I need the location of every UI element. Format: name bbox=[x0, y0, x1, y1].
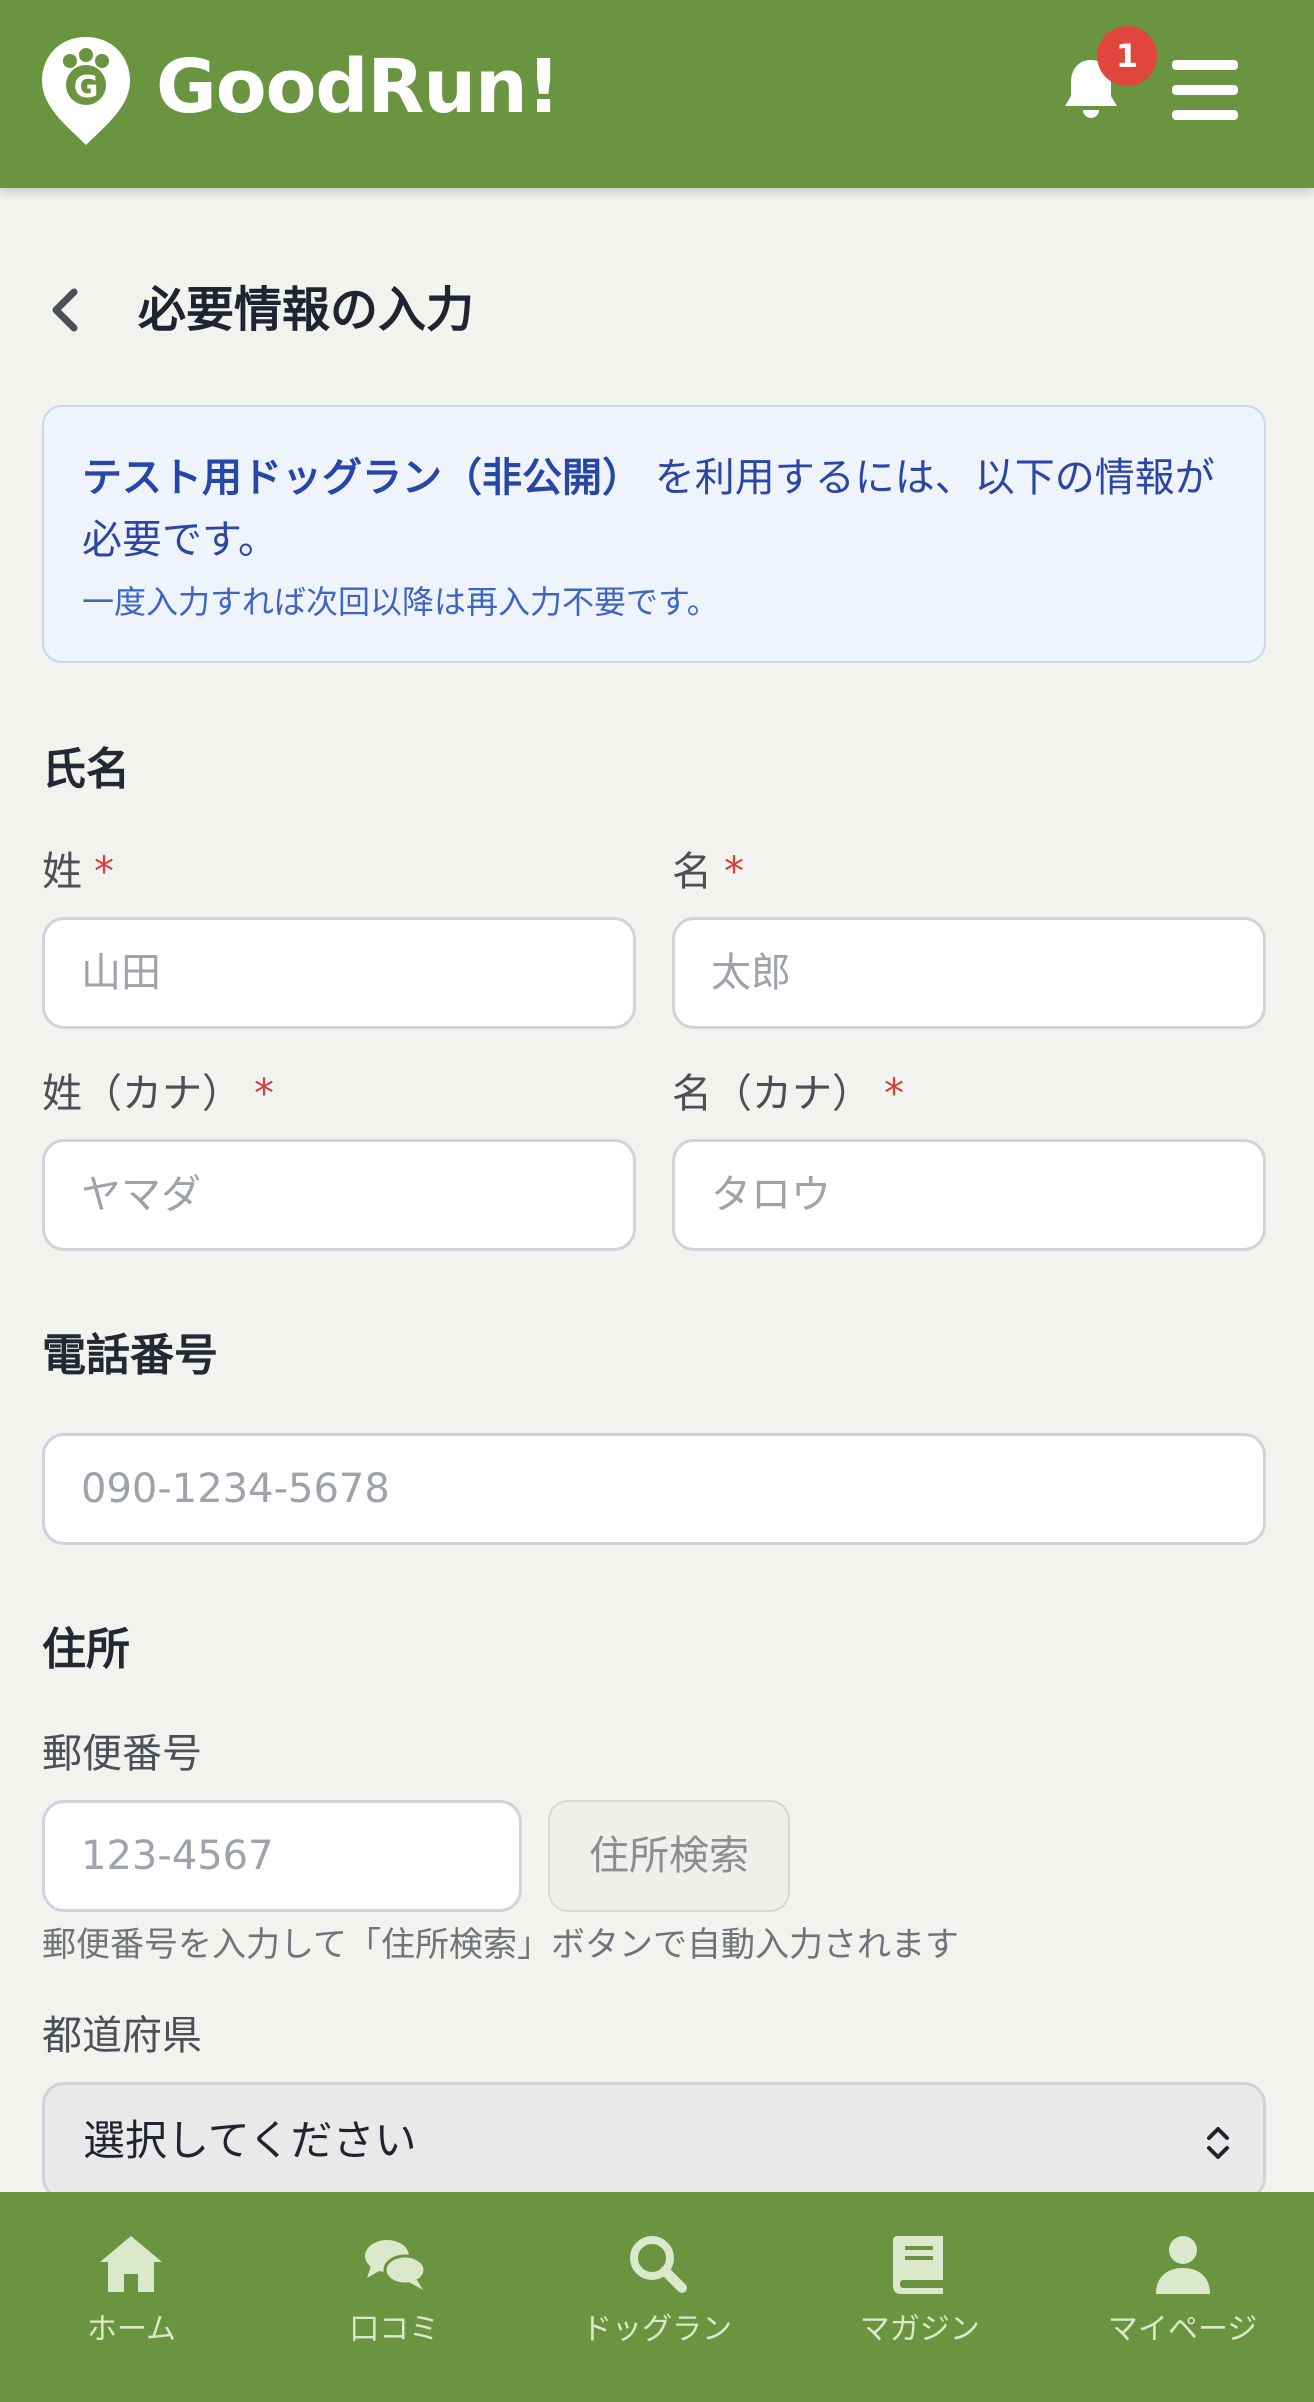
postal-code-input[interactable]: 123-4567 bbox=[42, 1800, 522, 1912]
notification-badge: 1 bbox=[1097, 26, 1157, 86]
tab-dogrun[interactable]: ドッグラン bbox=[526, 2192, 789, 2402]
tab-mypage[interactable]: マイページ bbox=[1051, 2192, 1314, 2402]
select-arrows-icon bbox=[1207, 2127, 1229, 2159]
tab-mypage-label: マイページ bbox=[1107, 2312, 1258, 2347]
last-kana-label-text: 姓（カナ） bbox=[42, 1071, 242, 1117]
info-message: テスト用ドッグラン（非公開） を利用するには、以下の情報が必要です。 bbox=[82, 447, 1226, 571]
last-kana-input[interactable]: ヤマダ bbox=[42, 1139, 636, 1251]
address-search-button[interactable]: 住所検索 bbox=[548, 1800, 790, 1912]
last-name-input[interactable]: 山田 bbox=[42, 917, 636, 1029]
tab-reviews-label: 口コミ bbox=[349, 2312, 440, 2347]
last-kana-label: 姓（カナ） * bbox=[42, 1066, 274, 1122]
last-name-label-text: 姓 bbox=[42, 849, 82, 895]
required-mark: * bbox=[94, 849, 114, 895]
bottom-tab-bar: ホーム 口コミ ドッグラン マガジン マイページ bbox=[0, 2192, 1314, 2402]
info-notice: テスト用ドッグラン（非公開） を利用するには、以下の情報が必要です。 一度入力す… bbox=[42, 405, 1266, 663]
first-name-label-text: 名 bbox=[672, 849, 712, 895]
tab-magazine[interactable]: マガジン bbox=[788, 2192, 1051, 2402]
prefecture-select[interactable]: 選択してください bbox=[42, 2082, 1266, 2200]
first-kana-label-text: 名（カナ） bbox=[672, 1071, 872, 1117]
home-icon bbox=[100, 2236, 163, 2292]
tab-home[interactable]: ホーム bbox=[0, 2192, 263, 2402]
last-name-label: 姓 * bbox=[42, 844, 114, 900]
postal-code-hint: 郵便番号を入力して「住所検索」ボタンで自動入力されます bbox=[42, 1925, 959, 1965]
first-name-input[interactable]: 太郎 bbox=[672, 917, 1266, 1029]
search-icon bbox=[629, 2236, 687, 2293]
page-title: 必要情報の入力 bbox=[138, 282, 475, 338]
user-icon bbox=[1155, 2236, 1210, 2294]
prefecture-select-value: 選択してください bbox=[83, 2116, 417, 2165]
info-note: 一度入力すれば次回以降は再入力不要です。 bbox=[82, 583, 719, 621]
required-mark: * bbox=[254, 1071, 274, 1117]
tab-magazine-label: マガジン bbox=[859, 2312, 980, 2347]
postal-code-label: 郵便番号 bbox=[42, 1731, 202, 1777]
first-kana-label: 名（カナ） * bbox=[672, 1066, 904, 1122]
book-icon bbox=[892, 2236, 943, 2294]
app-header: G GoodRun! 1 bbox=[0, 0, 1314, 188]
page-title-row: 必要情報の入力 bbox=[40, 270, 1240, 350]
logo-icon[interactable]: G bbox=[40, 35, 132, 147]
tab-home-label: ホーム bbox=[86, 2312, 176, 2347]
tab-reviews[interactable]: 口コミ bbox=[263, 2192, 526, 2402]
app-name[interactable]: GoodRun! bbox=[156, 42, 560, 132]
phone-section-heading: 電話番号 bbox=[42, 1330, 218, 1381]
hamburger-menu-icon[interactable] bbox=[1172, 60, 1238, 120]
name-section-heading: 氏名 bbox=[42, 744, 130, 795]
phone-input[interactable]: 090-1234-5678 bbox=[42, 1433, 1266, 1545]
prefecture-label: 都道府県 bbox=[42, 2013, 202, 2059]
tab-dogrun-label: ドッグラン bbox=[581, 2312, 732, 2347]
required-mark: * bbox=[724, 849, 744, 895]
comments-icon bbox=[365, 2240, 427, 2290]
required-mark: * bbox=[884, 1071, 904, 1117]
back-chevron-icon[interactable] bbox=[46, 288, 86, 332]
dogrun-name: テスト用ドッグラン（非公開） bbox=[82, 455, 642, 501]
first-name-label: 名 * bbox=[672, 844, 744, 900]
svg-text:G: G bbox=[74, 70, 99, 105]
first-kana-input[interactable]: タロウ bbox=[672, 1139, 1266, 1251]
address-section-heading: 住所 bbox=[42, 1624, 130, 1675]
